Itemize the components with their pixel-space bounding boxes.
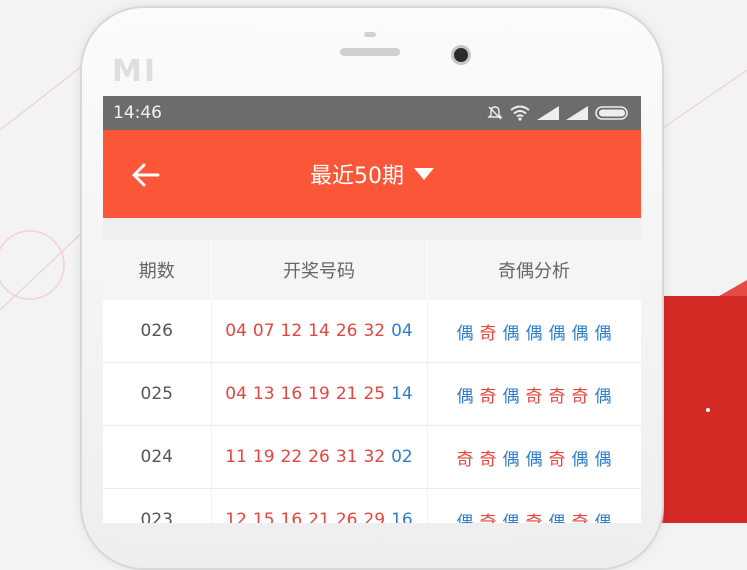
page-title: 最近50期: [310, 164, 404, 189]
back-arrow-icon[interactable]: [131, 162, 161, 188]
proximity-sensor: [364, 32, 376, 37]
winning-numbers: 11 19 22 26 31 32 02: [211, 425, 428, 489]
table-row[interactable]: 025 04 13 16 19 21 25 14 偶奇偶奇奇奇偶: [103, 362, 641, 426]
red-ball-number: 19: [252, 447, 275, 467]
red-ball-number: 32: [363, 447, 386, 467]
blue-ball-number: 02: [391, 447, 413, 467]
status-time: 14:46: [113, 103, 162, 123]
red-ball-number: 16: [280, 510, 303, 523]
red-ball-number: 21: [335, 384, 358, 404]
odd-marker: 奇: [479, 386, 497, 407]
parity-analysis: 偶奇偶奇奇奇偶: [427, 362, 641, 426]
odd-marker: 奇: [571, 512, 589, 524]
red-ball-number: 14: [308, 321, 330, 341]
red-ball-number: 32: [363, 321, 386, 341]
red-ball-number: 22: [280, 447, 303, 467]
odd-marker: 奇: [479, 449, 497, 470]
odd-marker: 奇: [479, 323, 497, 344]
red-ball-number: 31: [335, 447, 358, 467]
section-gap: [103, 218, 641, 240]
red-ball-number: 19: [308, 384, 330, 404]
earpiece-speaker: [340, 48, 400, 56]
red-ball-number: 15: [252, 510, 275, 523]
parity-analysis: 奇奇偶偶奇偶偶: [427, 425, 641, 489]
side-panel: [664, 296, 747, 523]
even-marker: 偶: [548, 323, 566, 344]
column-header-numbers: 开奖号码: [211, 240, 428, 300]
panel-dot: [706, 408, 710, 412]
red-ball-number: 16: [280, 384, 303, 404]
even-marker: 偶: [502, 512, 520, 524]
even-marker: 偶: [548, 512, 566, 524]
even-marker: 偶: [525, 449, 543, 470]
red-ball-number: 04: [225, 384, 247, 404]
phone-screen: 14:46 最近50期 期数 开奖号码 奇偶分析 026 04 07 12 14…: [103, 96, 641, 523]
table-row[interactable]: 023 12 15 16 21 26 29 16 偶奇偶奇偶奇偶: [103, 488, 641, 524]
period-selector[interactable]: 最近50期: [310, 158, 434, 190]
issue-number: 024: [103, 425, 212, 489]
parity-analysis: 偶奇偶偶偶偶偶: [427, 300, 641, 363]
red-ball-number: 04: [225, 321, 247, 341]
odd-marker: 奇: [456, 449, 474, 470]
even-marker: 偶: [456, 386, 474, 407]
wifi-icon: [510, 105, 530, 121]
odd-marker: 奇: [548, 386, 566, 407]
app-bar: 最近50期: [103, 130, 641, 218]
red-ball-number: 12: [225, 510, 247, 523]
even-marker: 偶: [594, 386, 612, 407]
even-marker: 偶: [456, 323, 474, 344]
odd-marker: 奇: [525, 512, 543, 524]
table-header: 期数 开奖号码 奇偶分析: [103, 240, 641, 300]
even-marker: 偶: [594, 323, 612, 344]
front-camera: [451, 45, 471, 65]
column-header-issue: 期数: [103, 240, 212, 300]
even-marker: 偶: [502, 386, 520, 407]
odd-marker: 奇: [548, 449, 566, 470]
red-ball-number: 25: [363, 384, 386, 404]
issue-number: 025: [103, 362, 212, 426]
battery-icon: [595, 106, 628, 120]
even-marker: 偶: [525, 323, 543, 344]
red-ball-number: 12: [280, 321, 303, 341]
red-ball-number: 21: [308, 510, 330, 523]
issue-number: 026: [103, 300, 212, 363]
red-ball-number: 26: [335, 321, 358, 341]
blue-ball-number: 14: [391, 384, 413, 404]
winning-numbers: 04 07 12 14 26 32 04: [211, 300, 428, 363]
red-ball-number: 07: [252, 321, 275, 341]
brand-logo: MI: [112, 54, 158, 89]
even-marker: 偶: [502, 449, 520, 470]
red-ball-number: 29: [363, 510, 386, 523]
draw-results-table: 期数 开奖号码 奇偶分析 026 04 07 12 14 26 32 04 偶奇偶偶偶偶偶 025…: [103, 240, 641, 523]
mute-icon: [487, 106, 503, 120]
signal-icon: [566, 106, 588, 120]
status-bar: 14:46: [103, 96, 641, 130]
table-row[interactable]: 026 04 07 12 14 26 32 04 偶奇偶偶偶偶偶: [103, 300, 641, 363]
red-ball-number: 26: [335, 510, 358, 523]
table-row[interactable]: 024 11 19 22 26 31 32 02 奇奇偶偶奇偶偶: [103, 425, 641, 489]
column-header-parity: 奇偶分析: [427, 240, 641, 300]
even-marker: 偶: [502, 323, 520, 344]
dropdown-caret-icon: [414, 168, 434, 180]
parity-analysis: 偶奇偶奇偶奇偶: [427, 488, 641, 524]
winning-numbers: 04 13 16 19 21 25 14: [211, 362, 428, 426]
odd-marker: 奇: [571, 386, 589, 407]
red-ball-number: 13: [252, 384, 275, 404]
even-marker: 偶: [456, 512, 474, 524]
red-ball-number: 11: [225, 447, 247, 467]
blue-ball-number: 16: [391, 510, 413, 523]
signal-icon: [537, 106, 559, 120]
odd-marker: 奇: [525, 386, 543, 407]
red-ball-number: 26: [308, 447, 330, 467]
status-icons: [487, 105, 631, 121]
even-marker: 偶: [594, 449, 612, 470]
odd-marker: 奇: [479, 512, 497, 524]
blue-ball-number: 04: [391, 321, 413, 341]
issue-number: 023: [103, 488, 212, 523]
even-marker: 偶: [571, 449, 589, 470]
even-marker: 偶: [571, 323, 589, 344]
winning-numbers: 12 15 16 21 26 29 16: [211, 488, 428, 523]
even-marker: 偶: [594, 512, 612, 524]
